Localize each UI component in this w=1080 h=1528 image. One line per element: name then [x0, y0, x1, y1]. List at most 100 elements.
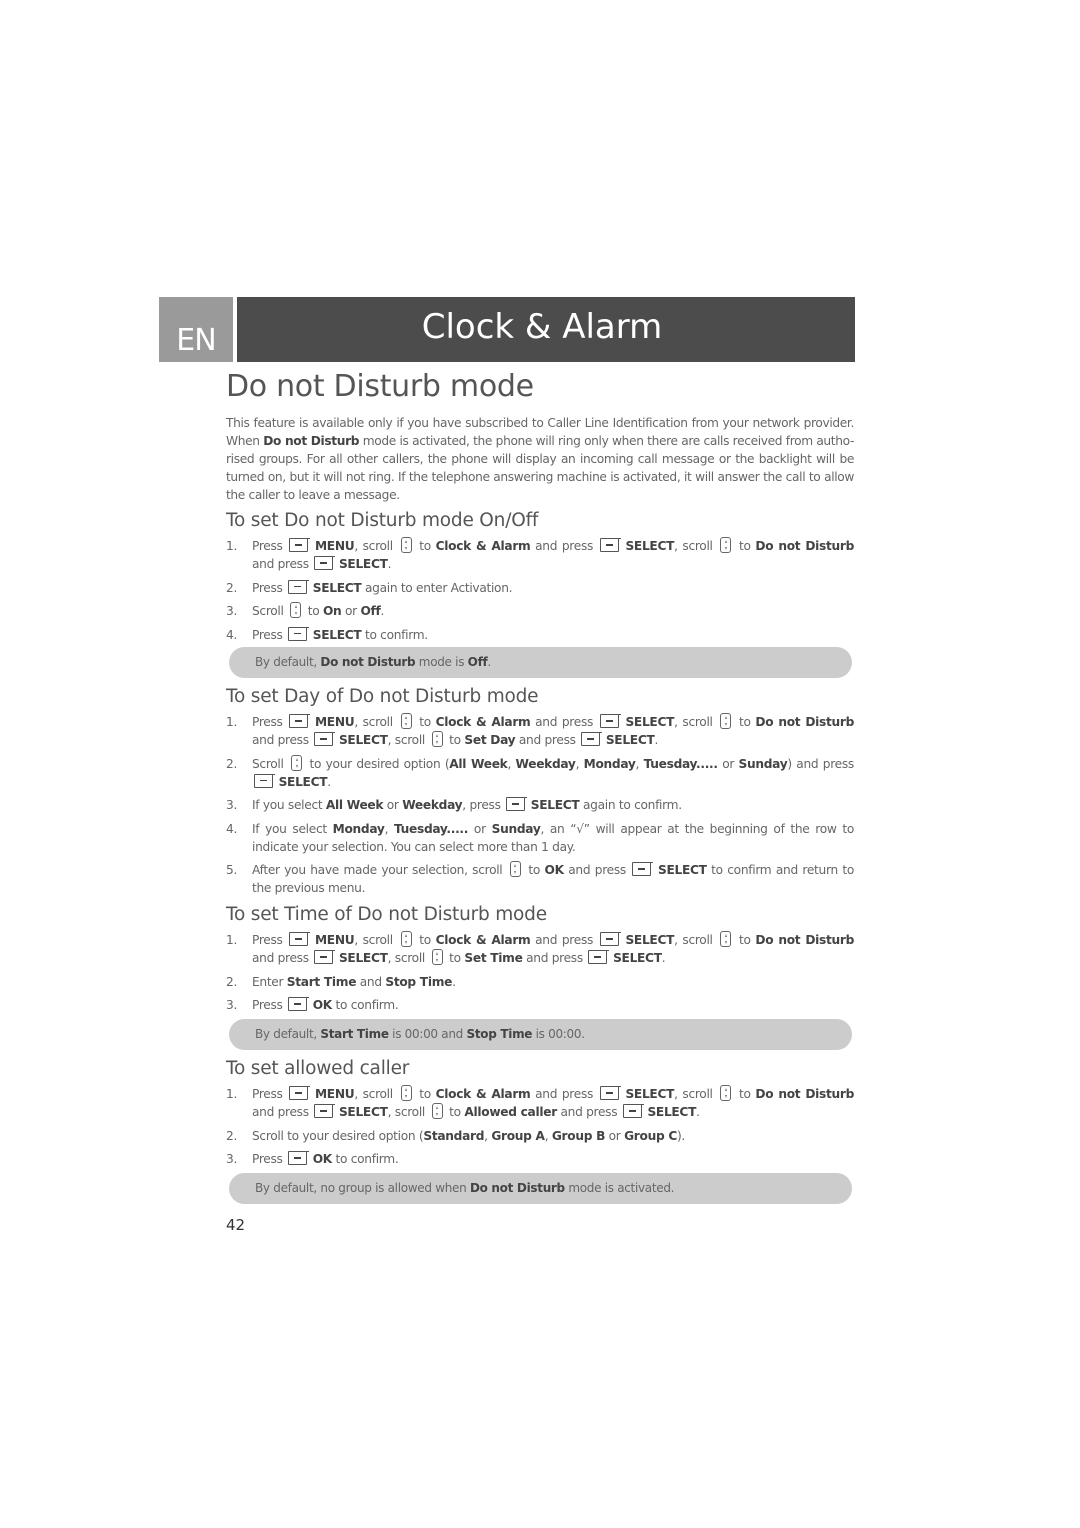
text: ,	[674, 933, 678, 947]
text: to	[739, 933, 751, 947]
bold-term: Tuesday.....	[393, 821, 469, 836]
bold-term: SELECT	[605, 733, 655, 747]
bold-term: OK	[312, 998, 333, 1012]
text: or	[468, 821, 492, 836]
softkey-icon	[632, 862, 654, 876]
step-item: 2. Enter Start Time and Stop Time.	[226, 973, 854, 991]
text: and press	[560, 1105, 618, 1119]
softkey-icon	[599, 538, 621, 552]
bold-term: Clock & Alarm	[435, 933, 531, 947]
softkey-icon	[599, 1086, 621, 1100]
text: By default,	[255, 655, 321, 669]
bold-term: SELECT	[530, 798, 580, 812]
softkey-icon	[289, 714, 311, 728]
text: .	[654, 733, 659, 747]
step-number: 3.	[226, 604, 238, 618]
step-number: 1.	[226, 715, 238, 729]
bold-term: Weekday	[402, 798, 463, 812]
step-item: 1. Press MENU, scroll to Clock & Alarm an…	[226, 537, 854, 573]
text: Press	[252, 933, 283, 947]
bold-term: SELECT	[625, 933, 675, 947]
text: mode is	[415, 655, 468, 669]
step-item: 3. If you select All Week or Weekday, pre…	[226, 796, 854, 814]
steps-on-off: 1. Press MENU, scroll to Clock & Alarm an…	[226, 537, 854, 649]
text: and press	[568, 863, 626, 877]
navigation-key-icon	[720, 713, 732, 729]
text: Press	[252, 580, 283, 595]
text: to	[419, 715, 431, 729]
bold-term: SELECT	[278, 774, 328, 789]
bold-term: Sunday	[491, 821, 541, 836]
text: scroll	[362, 933, 394, 947]
step-item: 2. Scroll to your desired option (All Wee…	[226, 754, 854, 789]
step-number: 5.	[226, 863, 238, 877]
text: ,	[354, 539, 358, 553]
text: ).	[676, 1128, 685, 1143]
bold-term: Group A	[491, 1128, 545, 1143]
text: or	[605, 1128, 625, 1143]
bold-term: SELECT	[625, 539, 675, 553]
navigation-key-icon	[720, 537, 732, 553]
text: Scroll to your desired option (	[252, 1128, 424, 1143]
navigation-key-icon	[431, 731, 443, 747]
bold-term: Do not Disturb	[320, 655, 416, 669]
bold-term: SELECT	[338, 733, 388, 747]
text: .	[387, 557, 392, 571]
text: ,	[674, 715, 678, 729]
step-number: 2.	[226, 1128, 238, 1143]
navigation-key-icon	[400, 537, 412, 553]
softkey-icon	[289, 1086, 311, 1100]
text: and press	[535, 715, 594, 729]
bold-term: Group B	[551, 1128, 606, 1143]
text: scroll	[394, 733, 426, 747]
step-item: 3. Scroll to On or Off.	[226, 602, 854, 620]
step-number: 4.	[226, 821, 238, 836]
bold-term: SELECT	[312, 627, 362, 642]
step-item: 4. Press SELECT to confirm.	[226, 626, 854, 644]
bold-term: Weekday	[515, 756, 576, 771]
default-note: By default, no group is allowed when Do …	[229, 1173, 852, 1204]
default-note: By default, Do not Disturb mode is Off.	[229, 647, 852, 678]
softkey-icon	[599, 932, 621, 946]
text: to confirm.	[335, 998, 399, 1012]
text: If you select	[252, 798, 326, 812]
navigation-key-icon	[400, 931, 412, 947]
step-number: 1.	[226, 933, 238, 947]
softkey-icon	[289, 932, 311, 946]
step-number: 1.	[226, 539, 238, 553]
step-item: 2. Press SELECT again to enter Activation…	[226, 579, 854, 597]
menu-target: Clock & Alarm	[435, 539, 531, 553]
text: .	[452, 974, 456, 989]
text: mode is activated.	[564, 1181, 675, 1195]
text: and	[359, 974, 382, 989]
step-item: 4. If you select Monday, Tuesday..... or …	[226, 821, 855, 854]
bold-term: MENU	[314, 715, 355, 729]
step-item: 1. Press MENU, scroll to Clock & Alarm an…	[226, 713, 854, 749]
text: or	[722, 756, 735, 771]
text: press	[277, 1105, 309, 1119]
chapter-title: Clock & Alarm	[421, 306, 663, 347]
text: to	[739, 1087, 751, 1101]
bold-term: Off	[467, 655, 488, 669]
text: scroll	[362, 1087, 394, 1101]
softkey-icon	[288, 1151, 310, 1165]
text: press	[277, 951, 309, 965]
text: to your desired option (	[309, 756, 450, 771]
softkey-icon	[588, 950, 610, 964]
bold-term: SELECT	[338, 951, 388, 965]
navigation-key-icon	[431, 1103, 443, 1119]
bold-term: Tuesday.....	[643, 756, 718, 771]
text: ,	[674, 1087, 678, 1101]
text: Enter	[252, 974, 287, 989]
text: scroll	[682, 715, 713, 729]
text: to confirm.	[335, 1152, 399, 1166]
text: or	[383, 798, 403, 812]
text: Scroll	[252, 756, 284, 771]
text: to	[419, 1087, 431, 1101]
bold-term: SELECT	[338, 557, 388, 571]
bold-term: Monday	[332, 821, 385, 836]
bold-term: All Week	[325, 798, 384, 812]
text: Press	[252, 715, 283, 729]
bold-term: OK	[544, 863, 565, 877]
text: and press	[535, 1087, 594, 1101]
